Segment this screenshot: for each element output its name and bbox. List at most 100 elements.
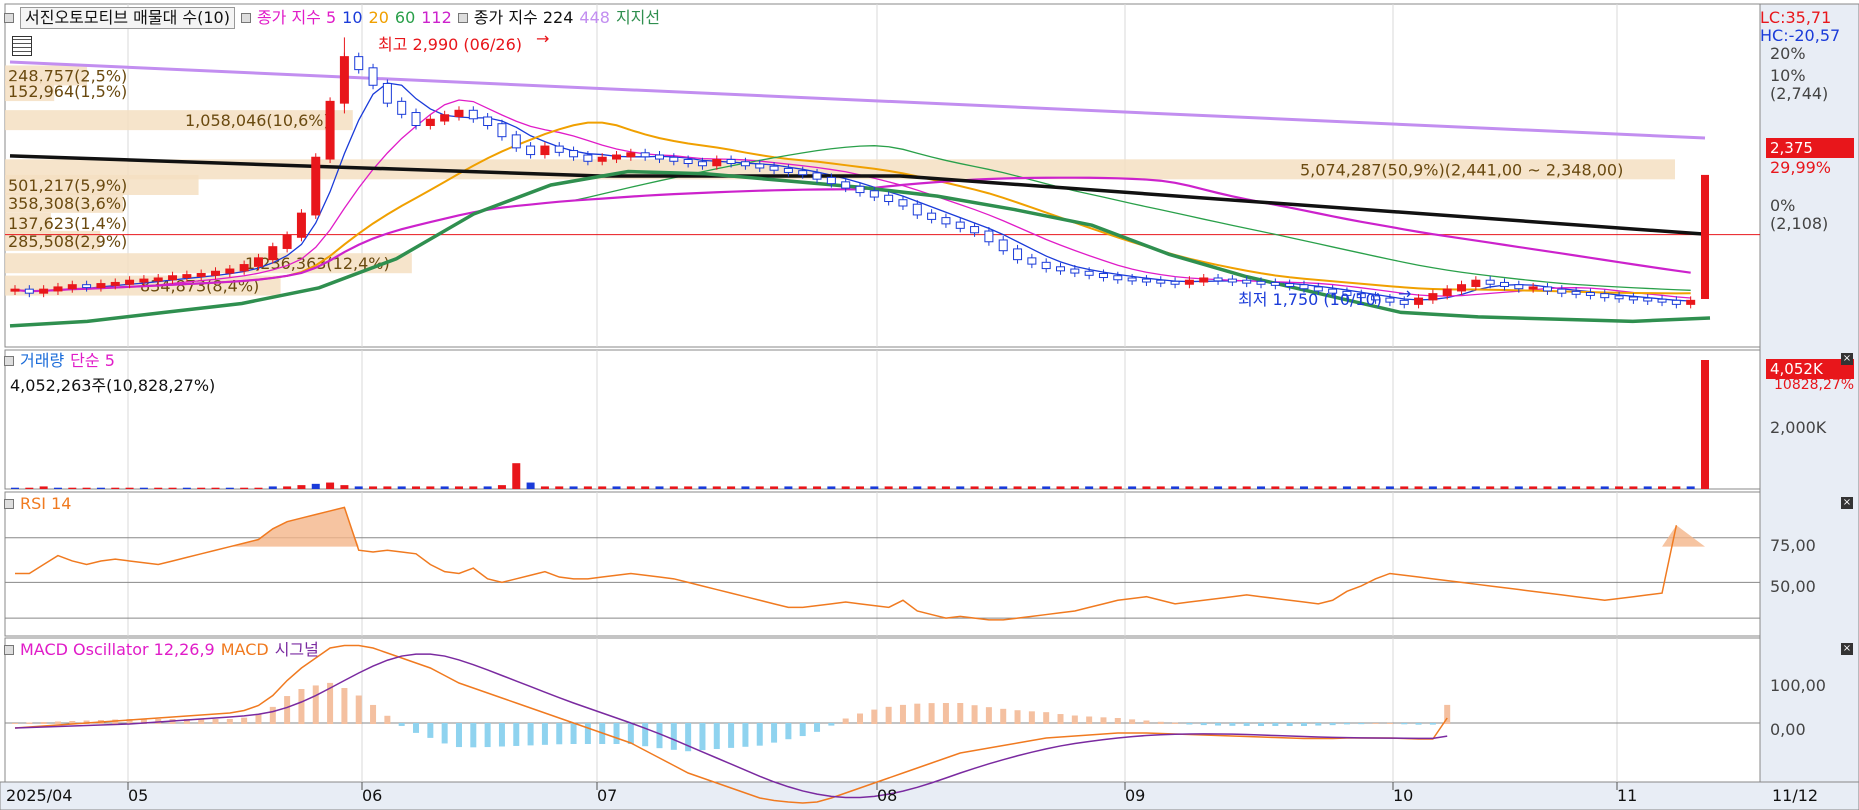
ma2-toggle-icon[interactable] — [457, 13, 468, 23]
candle-body — [282, 234, 292, 249]
volume-bar — [798, 486, 807, 489]
candle-body — [411, 112, 421, 127]
macd-osc-bar — [284, 696, 291, 724]
legend-ma112[interactable]: 112 — [421, 8, 452, 28]
candle-body — [67, 284, 77, 290]
macd-osc-bar — [1258, 723, 1265, 726]
legend-volume-ma5[interactable]: 단순 5 — [70, 351, 115, 371]
macd-osc-bar — [427, 723, 434, 738]
volume-profile-label: 5,074,287(50,9%)(2,441,00 ~ 2,348,00) — [1300, 160, 1623, 179]
macd-osc-bar — [12, 723, 18, 724]
volume-bar — [397, 486, 406, 489]
volume-bar — [555, 486, 564, 489]
stock-chart-window: 248,757(2,5%) 152,964(1,5%) 1,058,046(10,6… — [0, 0, 1859, 810]
chart-canvas[interactable]: 248,757(2,5%)152,964(1,5%)1,058,046(10,6… — [0, 0, 1859, 810]
volume-bar — [154, 487, 163, 489]
macd-osc-bar — [1028, 711, 1035, 724]
volume-bar — [469, 486, 478, 489]
volume-toggle-icon[interactable] — [4, 356, 14, 366]
volume-bar — [297, 485, 306, 489]
legend-toggle-icon[interactable] — [4, 13, 14, 23]
volume-bar — [497, 485, 506, 489]
macd-osc-bar — [1014, 710, 1021, 724]
candle-body — [511, 134, 521, 149]
macd-osc-bar — [1343, 723, 1350, 725]
macd-osc-bar — [470, 723, 477, 748]
legend-ma20[interactable]: 20 — [369, 8, 389, 28]
macd-osc-bar — [1129, 719, 1136, 724]
legend-ma60[interactable]: 60 — [395, 8, 415, 28]
candle-body — [1156, 279, 1166, 284]
volume-bar — [412, 486, 421, 489]
candle-body — [1013, 248, 1023, 261]
macd-osc-bar — [527, 723, 534, 746]
macd-toggle-icon[interactable] — [4, 645, 14, 655]
legend-support[interactable]: 지지선 — [616, 8, 660, 28]
candle-body — [325, 100, 335, 160]
volume-bar — [68, 487, 77, 489]
macd-osc-bar — [670, 723, 677, 750]
grid-icon[interactable] — [12, 36, 32, 56]
legend-ma10[interactable]: 10 — [342, 8, 362, 28]
close-icon[interactable]: × — [1841, 643, 1853, 655]
volume-bar — [1357, 486, 1366, 489]
candle-body — [826, 176, 836, 185]
rsi-legend: RSI 14 — [4, 494, 71, 514]
volume-bar — [254, 487, 263, 489]
legend-ma448[interactable]: 448 — [579, 8, 610, 28]
macd-osc-bar — [298, 689, 305, 724]
legend-volume[interactable]: 거래량 — [20, 351, 64, 371]
legend-rsi[interactable]: RSI 14 — [20, 494, 71, 514]
macd-osc-bar — [942, 703, 949, 724]
volume-bar — [1629, 486, 1638, 489]
macd-osc-bar — [642, 723, 649, 747]
macd-osc-bar — [627, 723, 634, 744]
candle-body — [597, 156, 607, 162]
close-icon[interactable]: × — [1841, 497, 1853, 509]
candle-body — [1701, 174, 1709, 299]
legend-ma224[interactable]: 종가 지수 224 — [474, 8, 574, 28]
volume-bar — [598, 486, 607, 489]
close-icon[interactable]: × — [1841, 353, 1853, 365]
candle-body — [1041, 261, 1051, 270]
volume-bar — [870, 486, 879, 489]
candle-body — [540, 145, 550, 156]
rsi-toggle-icon[interactable] — [4, 499, 14, 509]
candle-body — [855, 185, 865, 194]
macd-osc-bar — [212, 719, 219, 724]
candle-body — [268, 246, 278, 261]
macd-axis-100: 100,00 — [1770, 676, 1826, 695]
legend-ma5[interactable]: 종가 지수 5 — [257, 8, 336, 28]
volume-bar — [1142, 486, 1151, 489]
axis-0pct-value: (2,108) — [1770, 214, 1829, 233]
candle-body — [454, 109, 464, 118]
axis-20pct: 20% — [1770, 44, 1806, 63]
volume-bar — [898, 486, 907, 489]
stock-title[interactable]: 서진오토모티브 매물대 수(10) — [20, 7, 235, 29]
candle-body — [225, 268, 235, 274]
arrow-right-icon: → — [536, 29, 550, 48]
volume-bar — [927, 486, 936, 489]
candle-body — [1098, 273, 1108, 279]
macd-osc-bar — [26, 722, 33, 724]
candle-body — [483, 116, 493, 127]
legend-macd[interactable]: MACD — [221, 640, 269, 660]
volume-bar — [1414, 486, 1423, 489]
candle-body — [1428, 293, 1438, 301]
legend-signal[interactable]: 시그널 — [275, 640, 319, 660]
candle-body — [955, 221, 965, 229]
macd-osc-bar — [899, 704, 906, 724]
macd-osc-bar — [584, 723, 591, 744]
volume-bar — [884, 486, 893, 489]
legend-macd-osc[interactable]: MACD Oscillator 12,26,9 — [20, 640, 215, 660]
macd-osc-bar — [713, 723, 720, 749]
ma-toggle-icon[interactable] — [240, 13, 251, 23]
macd-osc-bar — [1243, 723, 1250, 726]
candle-body — [139, 278, 149, 283]
candle-body — [726, 158, 736, 165]
candle-body — [769, 165, 779, 171]
volume-bar — [1400, 486, 1409, 489]
macd-osc-bar — [1200, 723, 1207, 726]
volume-bar — [669, 486, 678, 489]
candle-body — [1070, 268, 1080, 274]
